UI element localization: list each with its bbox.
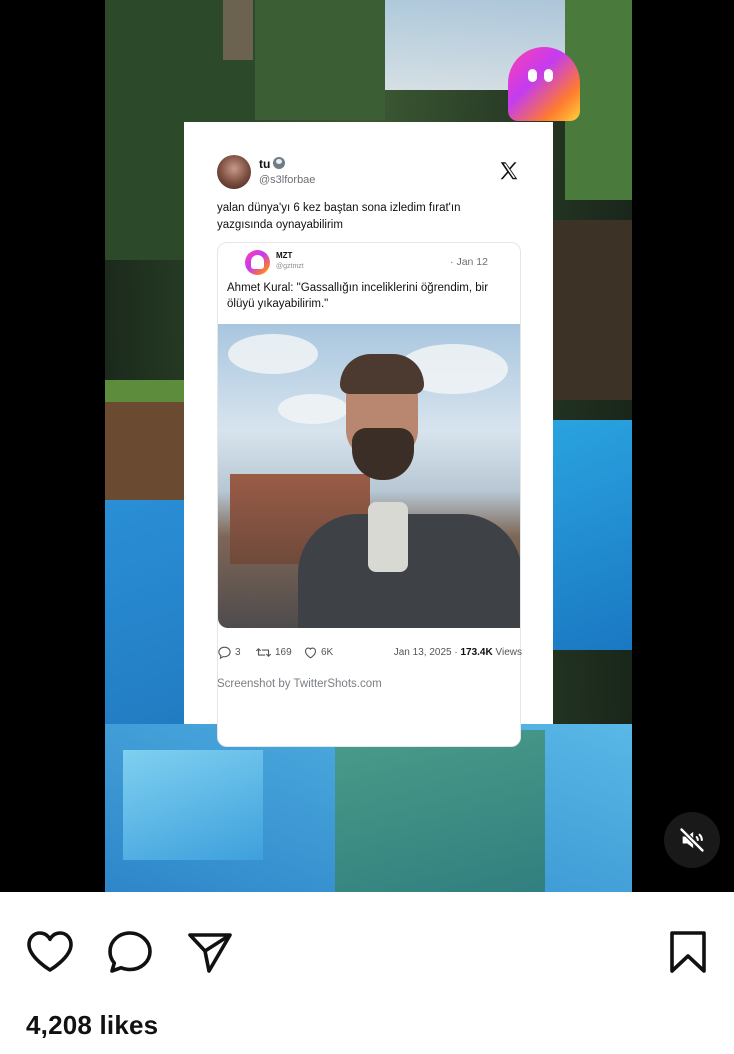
retweet-stat[interactable]: 169 — [255, 645, 292, 660]
views-count: 173.4K — [460, 647, 493, 658]
background-water — [553, 420, 632, 650]
tweet-date: Jan 13, 2025 · — [393, 647, 461, 658]
send-icon — [188, 933, 232, 973]
quoted-text: Ahmet Kural: "Gassallığın inceliklerini … — [227, 282, 489, 310]
photo-hair — [340, 354, 424, 394]
ghost-eye — [544, 69, 553, 82]
retweet-icon — [256, 648, 271, 657]
like-count: 6K — [321, 647, 334, 658]
share-button[interactable] — [186, 930, 234, 974]
reply-icon — [218, 646, 231, 660]
quoted-tweet[interactable]: MZT @gztmzt · Jan 12 Ahmet Kural: "Gassa… — [217, 242, 521, 747]
reply-stat[interactable]: 3 — [217, 645, 241, 660]
video-container[interactable]: tu @s3lforbae yalan dünya'yı 6 kez başta… — [0, 0, 734, 892]
background-foliage — [335, 730, 545, 892]
background-foliage — [255, 0, 385, 120]
photo-shirt — [368, 502, 408, 572]
ghost-eye — [528, 69, 537, 82]
tweet-stats: 3 169 6K Jan 13, 2025 · 173.4K Views — [217, 643, 522, 661]
bookmark-icon — [670, 931, 706, 973]
like-button[interactable] — [26, 930, 74, 974]
photo-cloud — [278, 394, 348, 424]
likes-count[interactable]: 4,208 likes — [26, 1010, 158, 1041]
comment-icon — [108, 931, 152, 973]
screenshot-credit: Screenshot by TwitterShots.com — [217, 678, 382, 690]
photo-beard — [352, 428, 414, 480]
tweet-card: tu @s3lforbae yalan dünya'yı 6 kez başta… — [184, 122, 553, 747]
heart-icon — [27, 931, 73, 972]
save-button[interactable] — [664, 930, 712, 974]
quoted-avatar — [245, 250, 270, 275]
views-label: Views — [492, 647, 522, 658]
avatar[interactable] — [217, 155, 251, 189]
x-logo-icon — [500, 162, 518, 180]
quoted-date: · Jan 12 — [450, 256, 488, 268]
background-water — [123, 750, 263, 860]
retweet-count: 169 — [275, 647, 292, 658]
quoted-photo — [218, 324, 520, 628]
tweet-text: yalan dünya'yı 6 kez baştan sona izledim… — [217, 202, 461, 231]
background-grass — [105, 380, 185, 402]
author-handle: @s3lforbae — [259, 174, 316, 186]
background-trunk — [223, 0, 253, 60]
reply-count: 3 — [235, 647, 241, 658]
tweet-date-views: Jan 13, 2025 · 173.4K Views — [394, 647, 522, 658]
mute-button[interactable] — [664, 812, 720, 868]
like-stat[interactable]: 6K — [303, 645, 333, 660]
background-trunk — [553, 220, 632, 400]
comment-button[interactable] — [106, 930, 154, 974]
quoted-author-name: MZT — [276, 251, 293, 260]
heart-outline-icon — [304, 647, 317, 659]
photo-coat — [298, 514, 520, 628]
post-actions: 4,208 likes — [0, 892, 734, 1054]
speaker-muted-icon — [679, 827, 705, 853]
quoted-author-handle: @gztmzt — [276, 263, 304, 270]
ghost-emoji-icon — [273, 157, 285, 169]
photo-cloud — [228, 334, 318, 374]
author-name: tu — [259, 157, 271, 171]
ghost-logo-icon — [508, 47, 580, 121]
